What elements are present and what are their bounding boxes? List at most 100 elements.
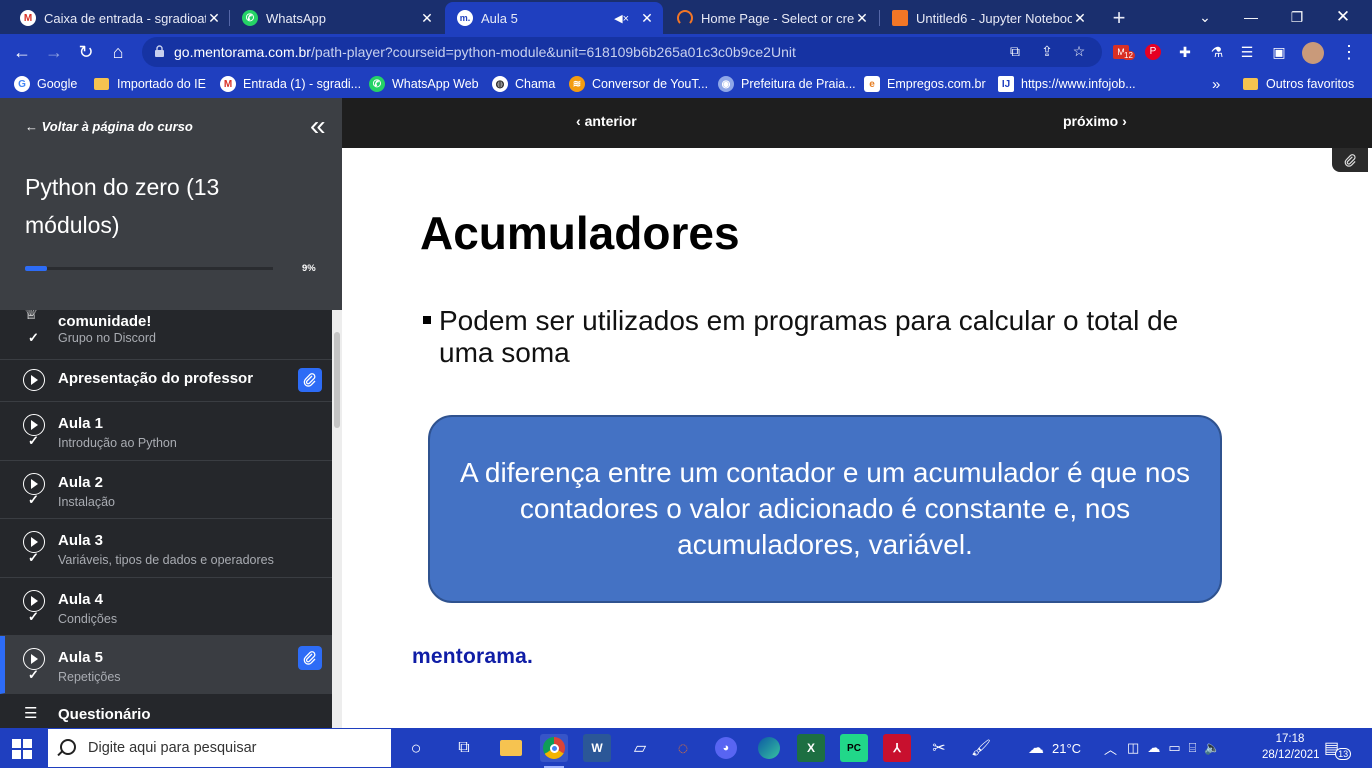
attachment-button[interactable] [298, 368, 322, 392]
close-icon[interactable]: ✕ [639, 10, 655, 27]
reload-icon[interactable]: ↻ [72, 38, 100, 66]
chrome-icon[interactable] [540, 734, 568, 768]
next-lesson-button[interactable]: próximo › [1063, 113, 1127, 129]
lesson-item-aula-2[interactable]: ✓ Aula 2 Instalação [0, 461, 332, 519]
collapse-sidebar-icon[interactable]: « [310, 112, 326, 140]
word-icon[interactable]: W [583, 734, 611, 762]
attachments-tab[interactable] [1332, 148, 1368, 172]
tab-gmail[interactable]: M Caixa de entrada - sgradioati ✕ [8, 2, 230, 34]
edge-icon[interactable] [755, 734, 783, 762]
chevron-left-icon: ‹ [576, 113, 585, 129]
lesson-list-scrollbar[interactable] [332, 310, 342, 728]
close-icon[interactable]: ✕ [854, 10, 870, 27]
bookmark-chama[interactable]: ◍ Chama [492, 75, 555, 93]
pinterest-icon[interactable]: P [1144, 43, 1162, 61]
close-icon[interactable]: ✕ [206, 10, 222, 27]
browser-toolbar: ← → ↻ ⌂ go.mentorama.com.br/path-player?… [0, 34, 1372, 70]
check-icon: ✓ [28, 492, 39, 507]
bookmark-google[interactable]: G Google [14, 75, 77, 93]
battery-icon[interactable]: ▭ [1168, 740, 1180, 756]
profile-avatar[interactable] [1302, 42, 1324, 64]
bookmark-whatsapp-web[interactable]: ✆ WhatsApp Web [369, 75, 479, 93]
lesson-item-comunidade[interactable]: ♕ ✓ comunidade! Grupo no Discord [0, 310, 332, 360]
bookmark-prefeitura[interactable]: ◉ Prefeitura de Praia... [718, 75, 856, 93]
tray-chevron-up-icon[interactable]: ︿ [1104, 739, 1117, 758]
slide-callout-box: A diferença entre um contador e um acumu… [428, 415, 1222, 603]
back-arrow-icon[interactable]: ← [8, 38, 36, 66]
labs-flask-icon[interactable]: ⚗ [1208, 43, 1226, 61]
jupyter-icon[interactable]: ◌ [669, 734, 697, 762]
back-to-course-link[interactable]: ← Voltar à página do curso [25, 119, 193, 134]
bookmarks-overflow[interactable]: » [1212, 75, 1220, 93]
attachment-button[interactable] [298, 646, 322, 670]
bookmark-star-icon[interactable]: ☆ [1070, 42, 1088, 60]
restore-button[interactable]: ❐ [1274, 0, 1320, 34]
task-view-icon[interactable]: ⧉ [450, 734, 478, 762]
menu-kebab-icon[interactable]: ⋮ [1340, 42, 1358, 62]
course-title: Python do zero (13 módulos) [25, 174, 220, 238]
whatsapp-icon: ✆ [369, 76, 385, 92]
chevron-right-icon: › [1118, 113, 1127, 129]
pycharm-icon[interactable]: PC [840, 734, 868, 762]
excel-icon[interactable]: X [797, 734, 825, 762]
bookmark-importado-ie[interactable]: Importado do IE [94, 75, 206, 93]
snipping-tool-icon[interactable]: ✂ [925, 734, 953, 762]
infojobs-icon: IJ [998, 76, 1014, 92]
weather-widget[interactable]: ☁ 21°C [1028, 728, 1081, 768]
share-icon[interactable]: ⇪ [1038, 42, 1056, 60]
lesson-item-aula-5[interactable]: ✓ Aula 5 Repetições [0, 636, 332, 694]
course-progress-label: 9% [302, 263, 316, 274]
side-panel-icon[interactable]: ▣ [1270, 43, 1288, 61]
tab-jupyter-notebook[interactable]: Untitled6 - Jupyter Notebook ✕ [880, 2, 1096, 34]
whatsapp-icon: ✆ [242, 10, 258, 26]
search-icon [60, 739, 76, 755]
tab-whatsapp[interactable]: ✆ WhatsApp ✕ [230, 2, 443, 34]
paint-icon[interactable]: 🖌 [967, 734, 995, 762]
gmail-extension-icon[interactable]: M 12 [1112, 43, 1135, 61]
check-icon: ✓ [28, 433, 39, 448]
close-icon[interactable]: ✕ [419, 10, 435, 27]
cortana-icon[interactable]: ○ [402, 734, 430, 762]
bullet-marker [423, 316, 431, 324]
address-bar[interactable]: go.mentorama.com.br/path-player?courseid… [142, 37, 1102, 67]
converter-icon: ≋ [569, 76, 585, 92]
onedrive-icon[interactable]: ☁ [1147, 740, 1160, 756]
bookmark-conversor[interactable]: ≋ Conversor de YouT... [569, 75, 708, 93]
translate-icon[interactable]: ⧉ [1006, 42, 1024, 60]
acrobat-icon[interactable]: ⅄ [883, 734, 911, 762]
taskbar-search-box[interactable]: Digite aqui para pesquisar [48, 729, 391, 767]
file-explorer-icon[interactable] [497, 734, 525, 762]
lesson-item-questionario[interactable]: ☰ Questionário [0, 694, 332, 728]
scrollbar-thumb[interactable] [334, 332, 340, 428]
notification-center-button[interactable]: ▤ 13 [1324, 728, 1352, 768]
new-tab-button[interactable]: + [1104, 2, 1134, 34]
minimize-button[interactable]: — [1228, 0, 1274, 34]
windows-start-icon[interactable] [12, 739, 32, 759]
home-icon[interactable]: ⌂ [104, 38, 132, 66]
bookmark-infojobs[interactable]: IJ https://www.infojob... [998, 75, 1136, 93]
lesson-item-aula-3[interactable]: ✓ Aula 3 Variáveis, tipos de dados e ope… [0, 519, 332, 578]
cloud-icon: ☁ [1028, 740, 1044, 757]
tab-search-chevron-icon[interactable]: ⌄ [1182, 0, 1228, 34]
extensions-puzzle-icon[interactable]: ✚ [1176, 43, 1194, 61]
speaker-muted-icon[interactable]: ◀× [614, 12, 629, 25]
bookmark-empregos[interactable]: e Empregos.com.br [864, 75, 986, 93]
tab-aula-5[interactable]: m. Aula 5 ◀× ✕ [445, 2, 663, 34]
volume-icon[interactable]: 🔈 [1204, 740, 1220, 756]
previous-lesson-button[interactable]: ‹ anterior [576, 113, 637, 129]
close-icon[interactable]: ✕ [1072, 10, 1088, 27]
taskbar-clock[interactable]: 17:18 28/12/2021 [1262, 731, 1320, 763]
lesson-item-aula-1[interactable]: ✓ Aula 1 Introdução ao Python [0, 402, 332, 461]
discord-icon[interactable]: ◕ [712, 734, 740, 762]
reading-list-icon[interactable]: ☰ [1238, 43, 1256, 61]
close-window-button[interactable]: ✕ [1320, 0, 1366, 34]
forward-arrow-icon[interactable]: → [40, 38, 68, 66]
camera-icon[interactable]: ◫ [1127, 740, 1139, 756]
lesson-item-aula-4[interactable]: ✓ Aula 4 Condições [0, 578, 332, 636]
bookmark-outros-favoritos[interactable]: Outros favoritos [1243, 75, 1354, 93]
notes-app-icon[interactable]: ▱ [626, 734, 654, 762]
network-icon[interactable]: ⌸ [1189, 740, 1197, 756]
tab-jupyter-home[interactable]: Home Page - Select or create ✕ [665, 2, 878, 34]
bookmark-entrada[interactable]: M Entrada (1) - sgradi... [220, 75, 361, 93]
lesson-item-apresentacao[interactable]: Apresentação do professor [0, 360, 332, 402]
